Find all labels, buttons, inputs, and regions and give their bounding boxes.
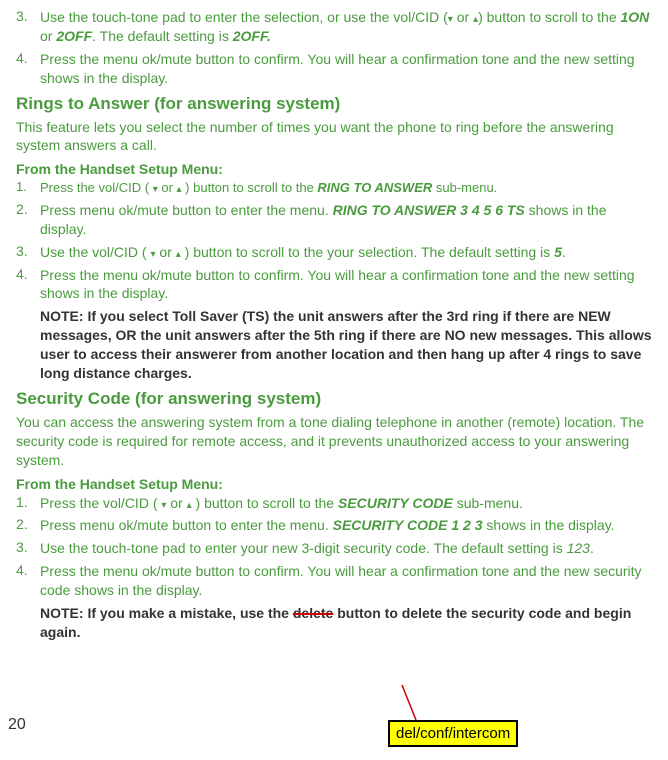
note-rings: NOTE: If you select Toll Saver (TS) the … xyxy=(40,307,652,383)
list-number: 3. xyxy=(16,8,40,46)
list-number: 2. xyxy=(16,201,40,239)
intro-rings: This feature lets you select the number … xyxy=(16,118,652,156)
list-item-4: 4. Press the menu ok/mute button to conf… xyxy=(16,266,652,304)
list-number: 3. xyxy=(16,243,40,262)
list-item-2: 2. Press menu ok/mute button to enter th… xyxy=(16,516,652,535)
note-security: NOTE: If you make a mistake, use the del… xyxy=(40,604,652,642)
list-text: Use the vol/CID ( or ) button to scroll … xyxy=(40,243,652,262)
list-text: Press the vol/CID ( or ) button to scrol… xyxy=(40,494,652,513)
list-text: Press the vol/CID ( or ) button to scrol… xyxy=(40,179,652,197)
list-number: 3. xyxy=(16,539,40,558)
heading-rings: Rings to Answer (for answering system) xyxy=(16,94,652,114)
list-item-4: 4. Press the menu ok/mute button to conf… xyxy=(16,50,652,88)
list-item-1: 1. Press the vol/CID ( or ) button to sc… xyxy=(16,494,652,513)
page-number: 20 xyxy=(8,716,26,734)
list-text: Press the menu ok/mute button to confirm… xyxy=(40,50,652,88)
list-number: 4. xyxy=(16,50,40,88)
list-number: 4. xyxy=(16,266,40,304)
list-text: Press the menu ok/mute button to confirm… xyxy=(40,266,652,304)
list-number: 4. xyxy=(16,562,40,600)
list-number: 2. xyxy=(16,516,40,535)
list-item-3: 3. Use the vol/CID ( or ) button to scro… xyxy=(16,243,652,262)
list-text: Use the touch-tone pad to enter your new… xyxy=(40,539,652,558)
list-item-2: 2. Press menu ok/mute button to enter th… xyxy=(16,201,652,239)
list-number: 1. xyxy=(16,494,40,513)
list-item-3: 3. Use the touch-tone pad to enter the s… xyxy=(16,8,652,46)
heading-security: Security Code (for answering system) xyxy=(16,389,652,409)
list-item-4: 4. Press the menu ok/mute button to conf… xyxy=(16,562,652,600)
list-item-1: 1. Press the vol/CID ( or ) button to sc… xyxy=(16,179,652,197)
list-item-3: 3. Use the touch-tone pad to enter your … xyxy=(16,539,652,558)
list-number: 1. xyxy=(16,179,40,197)
strike-delete: delete xyxy=(293,605,333,621)
list-text: Press menu ok/mute button to enter the m… xyxy=(40,516,652,535)
subheading-security: From the Handset Setup Menu: xyxy=(16,476,652,492)
section-continuation: 3. Use the touch-tone pad to enter the s… xyxy=(16,8,652,88)
list-text: Press the menu ok/mute button to confirm… xyxy=(40,562,652,600)
intro-security: You can access the answering system from… xyxy=(16,413,652,470)
subheading-rings: From the Handset Setup Menu: xyxy=(16,161,652,177)
list-text: Press menu ok/mute button to enter the m… xyxy=(40,201,652,239)
list-text: Use the touch-tone pad to enter the sele… xyxy=(40,8,652,46)
callout-annotation: del/conf/intercom xyxy=(388,720,518,747)
